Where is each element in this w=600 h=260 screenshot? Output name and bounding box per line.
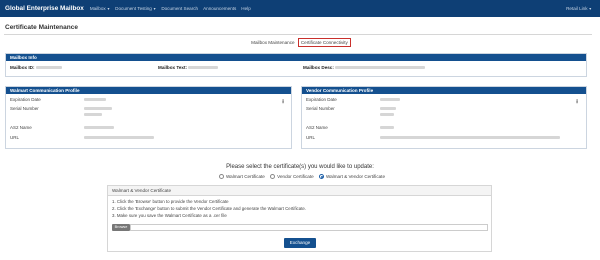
nav-document-testing[interactable]: Document Testing▼ (115, 6, 156, 11)
walmart-serial-label: Serial Number (10, 106, 39, 111)
walmart-profile-header: Walmart Communication Profile (6, 87, 291, 94)
vendor-profile-panel: Vendor Communication Profile Expiration … (301, 86, 587, 149)
maintenance-tabs: Mailbox Maintenance Certificate Connecti… (0, 38, 600, 47)
certificate-radio-group: Walmart Certificate Vendor Certificate W… (0, 174, 600, 180)
caret-down-icon: ▼ (588, 7, 592, 11)
vendor-serial-value (380, 107, 396, 110)
vendor-url-value (380, 136, 560, 139)
walmart-serial-value-2 (84, 113, 102, 116)
radio-walmart-certificate-label[interactable]: Walmart Certificate (226, 174, 265, 179)
radio-vendor-certificate[interactable] (270, 174, 276, 180)
mailbox-text-label: Mailbox Text: (158, 65, 188, 70)
vendor-as2-value (380, 126, 394, 129)
walmart-expiration-value (84, 98, 106, 101)
nav-mailbox[interactable]: Mailbox▼ (90, 6, 110, 11)
caret-down-icon: ▼ (106, 7, 111, 11)
vendor-serial-value-2 (380, 113, 394, 116)
mailbox-id-label: Mailbox ID: (10, 65, 35, 70)
walmart-url-value (84, 136, 154, 139)
exchange-button[interactable]: Exchange (284, 238, 316, 248)
caret-down-icon: ▼ (152, 7, 157, 11)
tab-mailbox-maintenance[interactable]: Mailbox Maintenance (249, 39, 296, 46)
nav-retail-link[interactable]: Retail Link▼ (566, 6, 592, 11)
mailbox-text-value (188, 66, 219, 70)
radio-vendor-certificate-label[interactable]: Vendor Certificate (277, 174, 314, 179)
walmart-as2-label: AS2 Name (10, 125, 32, 130)
nav-help[interactable]: Help (241, 6, 250, 11)
radio-walmart-vendor-certificate-label[interactable]: Walmart & Vendor Certificate (326, 174, 385, 179)
walmart-as2-value (84, 126, 114, 129)
radio-walmart-certificate[interactable] (218, 174, 224, 180)
update-question: Please select the certificate(s) you wou… (226, 164, 374, 170)
tab-certificate-connectivity[interactable]: Certificate Connectivity (297, 38, 351, 47)
nav-retail-link-label: Retail Link (566, 6, 588, 11)
mailbox-info-panel: Mailbox Info Mailbox ID: Mailbox Text: M… (5, 53, 587, 77)
browse-button[interactable]: Browse (112, 224, 130, 231)
walmart-serial-value (84, 107, 112, 110)
walmart-expiration-label: Expiration Date (10, 97, 41, 102)
mailbox-text-row: Mailbox Text: (158, 65, 219, 70)
vendor-profile-header: Vendor Communication Profile (302, 87, 586, 94)
vendor-expiration-value (380, 98, 400, 101)
vendor-as2-label: AS2 Name (306, 125, 328, 130)
instruction-step: 2. Click the 'Exchange' button to submit… (112, 206, 307, 211)
vendor-serial-label: Serial Number (306, 106, 335, 111)
certificate-file-input[interactable] (130, 224, 488, 231)
instruction-step: 1. Click the 'Browse' button to provide … (112, 199, 229, 204)
radio-walmart-vendor-certificate[interactable] (318, 174, 324, 180)
mailbox-info-header: Mailbox Info (6, 54, 586, 61)
download-icon[interactable]: ⭳ (576, 97, 578, 107)
mailbox-id-row: Mailbox ID: (10, 65, 62, 70)
top-navigation-bar: Global Enterprise Mailbox Mailbox▼ Docum… (0, 0, 600, 17)
instruction-steps: 1. Click the 'Browse' button to provide … (108, 196, 491, 223)
nav-announcements[interactable]: Announcements (203, 6, 236, 11)
title-divider (4, 34, 592, 35)
nav-mailbox-label: Mailbox (89, 6, 106, 11)
walmart-url-label: URL (10, 135, 20, 140)
walmart-profile-panel: Walmart Communication Profile Expiration… (5, 86, 292, 149)
mailbox-desc-value (335, 66, 426, 70)
mailbox-desc-row: Mailbox Desc: (303, 65, 426, 70)
vendor-expiration-label: Expiration Date (306, 97, 337, 102)
mailbox-desc-label: Mailbox Desc: (303, 65, 334, 70)
download-icon[interactable]: ⭳ (282, 97, 284, 107)
page-title: Certificate Maintenance (5, 24, 78, 31)
brand-title[interactable]: Global Enterprise Mailbox (5, 5, 84, 12)
nav-document-search[interactable]: Document Search (161, 6, 198, 11)
instructions-panel: Walmart & Vendor Certificate 1. Click th… (107, 185, 492, 252)
instructions-header: Walmart & Vendor Certificate (108, 186, 491, 196)
vendor-url-label: URL (306, 135, 316, 140)
instruction-step: 3. Make sure you save the Walmart Certif… (112, 213, 227, 218)
nav-document-testing-label: Document Testing (115, 6, 152, 11)
mailbox-id-value (35, 66, 62, 70)
